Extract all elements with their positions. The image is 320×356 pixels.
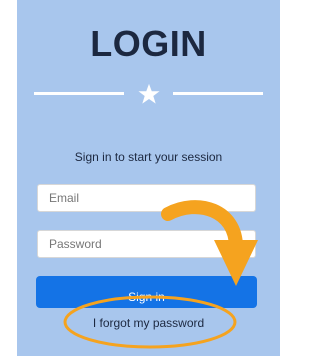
star-icon bbox=[138, 83, 160, 104]
login-panel: LOGIN Sign in to start your session Sign… bbox=[17, 0, 280, 356]
login-subtitle: Sign in to start your session bbox=[74, 150, 223, 164]
forgot-password-link[interactable]: I forgot my password bbox=[17, 316, 280, 330]
email-field[interactable] bbox=[37, 184, 256, 212]
page-title: LOGIN bbox=[90, 23, 207, 64]
divider-right bbox=[173, 92, 263, 95]
password-field[interactable] bbox=[37, 230, 256, 258]
sign-in-button[interactable]: Sign in bbox=[36, 276, 257, 308]
divider-left bbox=[34, 92, 124, 95]
